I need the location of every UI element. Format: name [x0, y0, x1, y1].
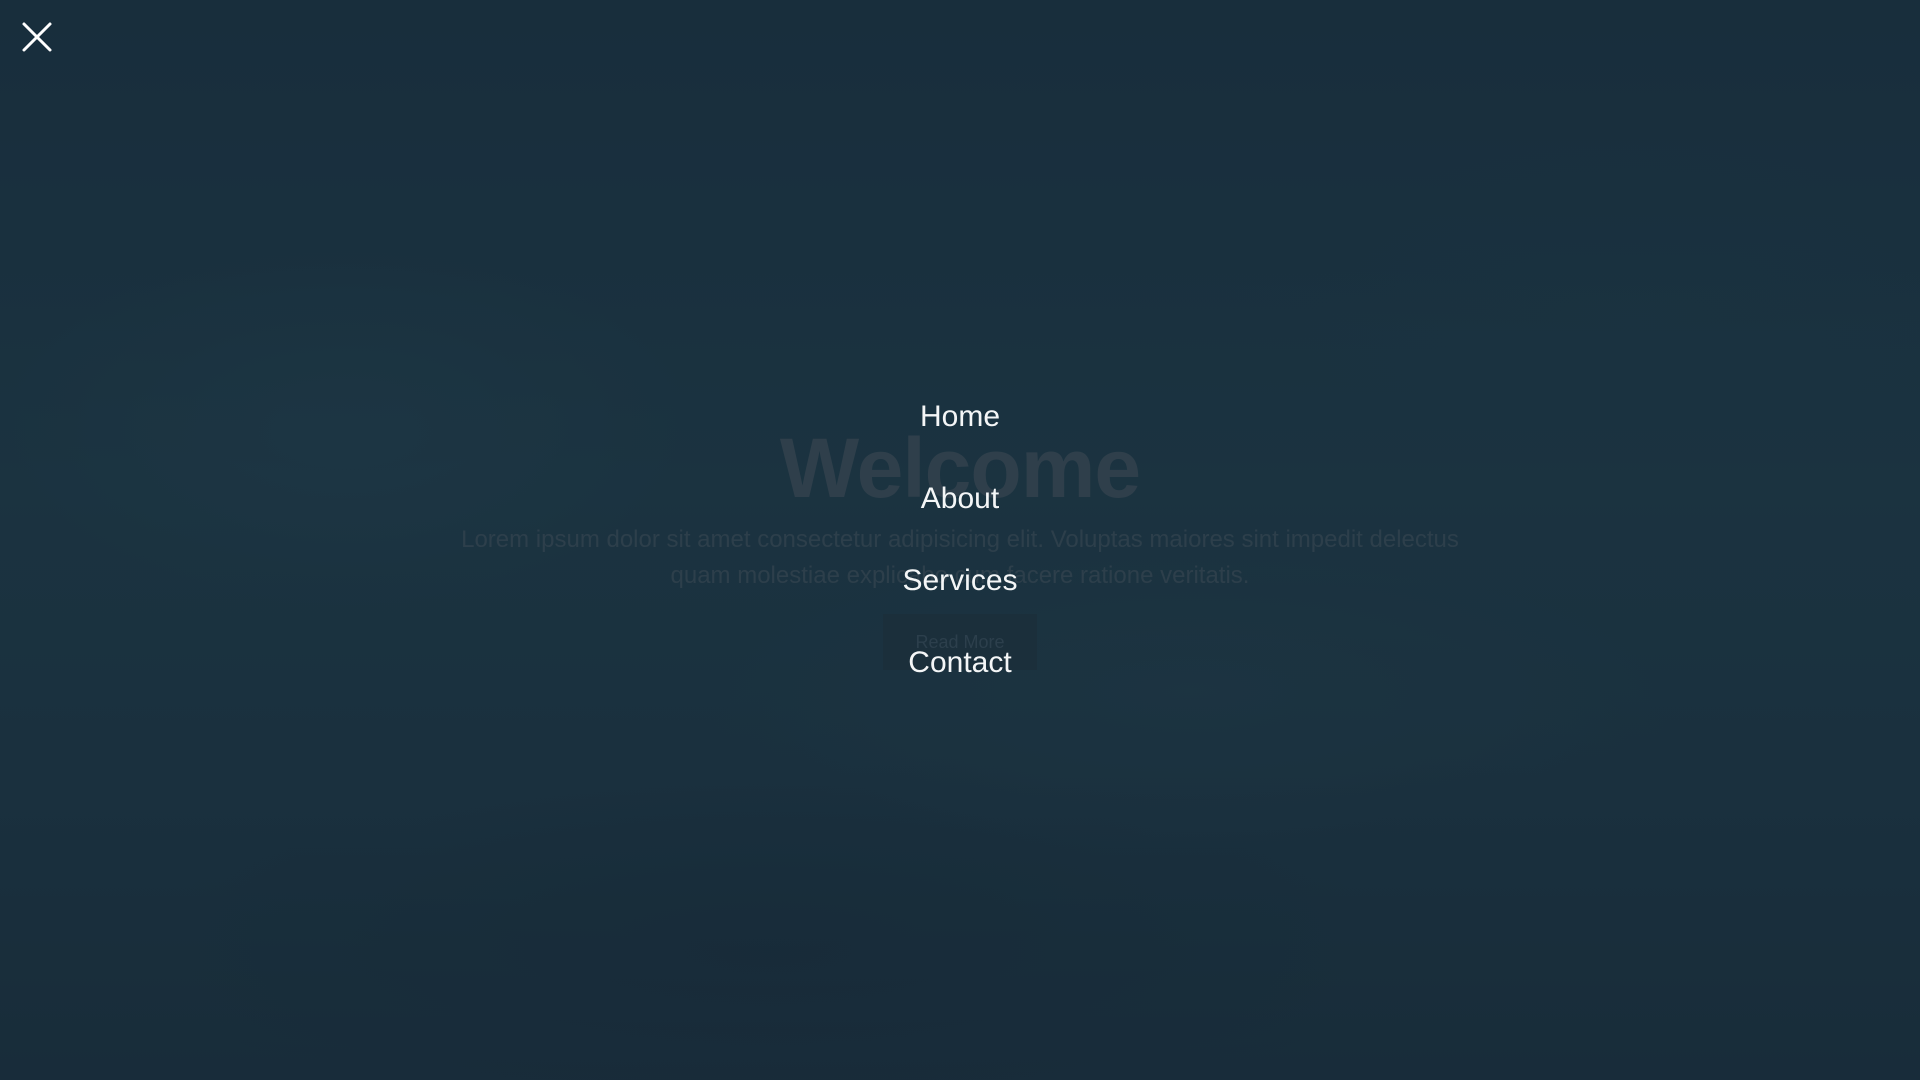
nav-link-home[interactable]: Home	[0, 397, 1920, 437]
nav-link-label: Home	[919, 400, 1001, 433]
nav-link-contact[interactable]: Contact	[0, 643, 1920, 683]
nav-link-about[interactable]: About	[0, 479, 1920, 519]
nav-link-services[interactable]: Services	[0, 561, 1920, 601]
nav-link-label: Contact	[908, 646, 1012, 679]
nav-link-label: Services	[902, 564, 1018, 597]
fullscreen-nav-menu: Home About Services Contact	[0, 0, 1920, 1080]
nav-link-label: About	[920, 482, 1000, 515]
